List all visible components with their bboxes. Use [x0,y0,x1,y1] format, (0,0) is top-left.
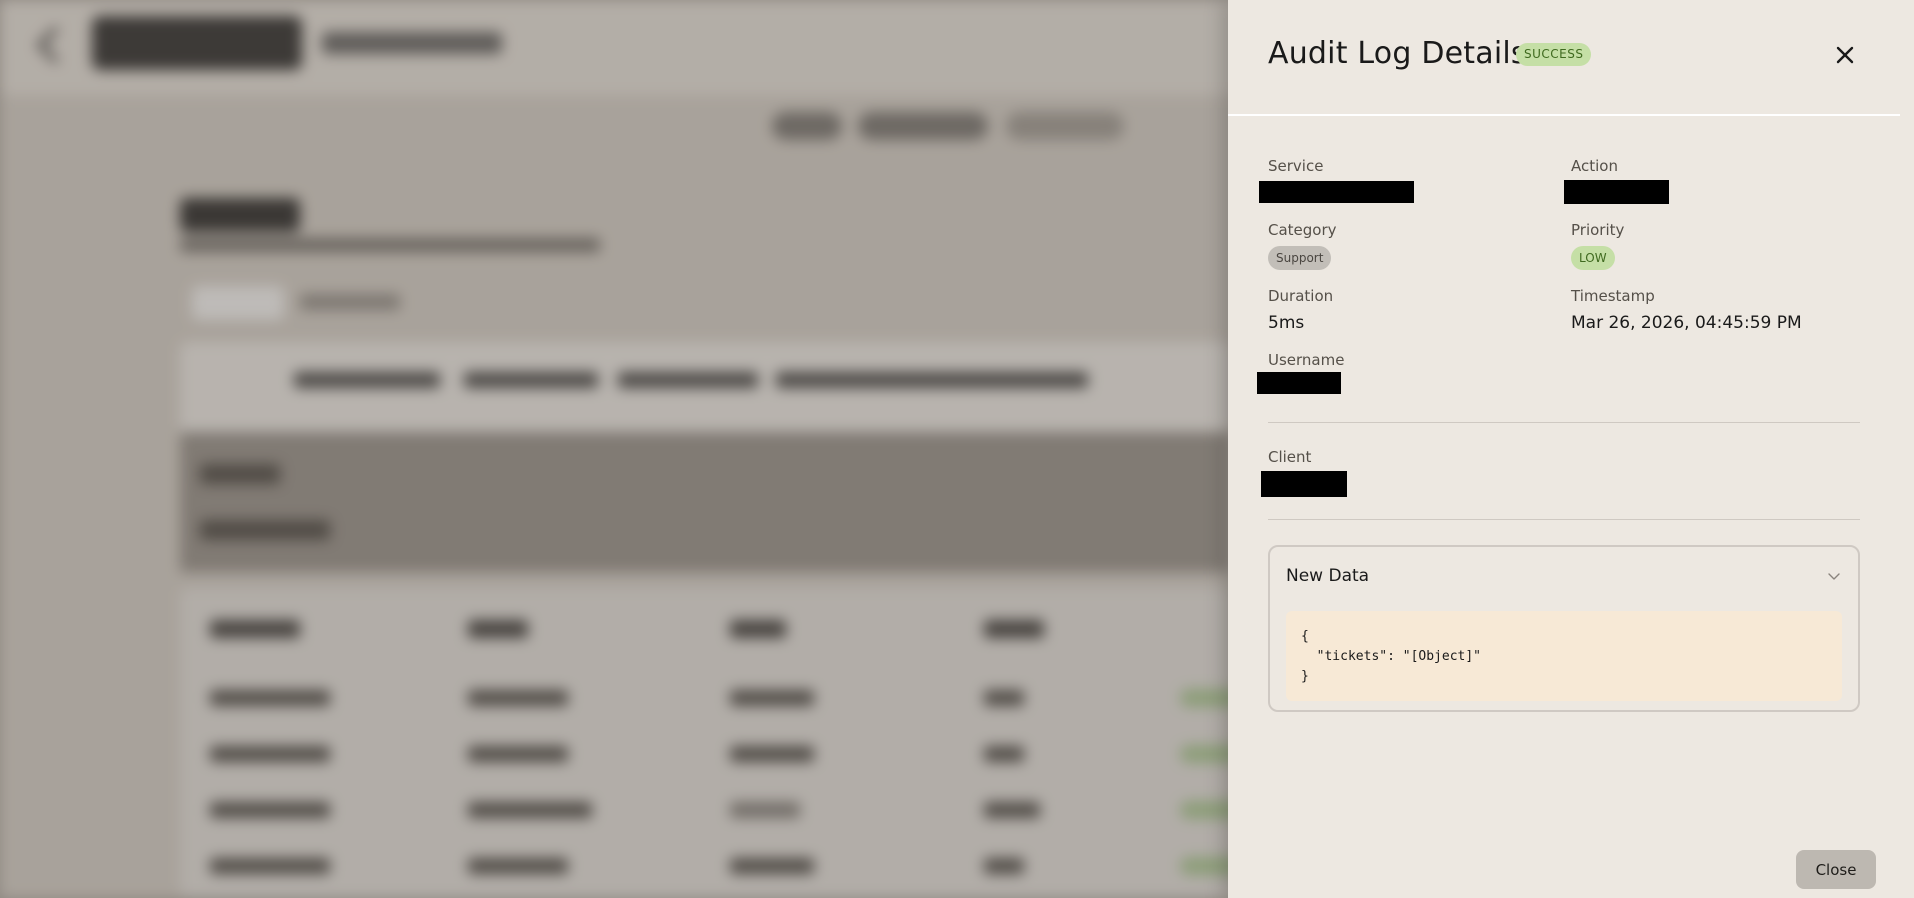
client-label: Client [1268,448,1312,466]
service-label: Service [1268,157,1324,175]
drawer-title: Audit Log Details [1268,36,1527,71]
drawer-header: Audit Log Details SUCCESS [1228,0,1900,116]
category-chip: Support [1268,246,1332,270]
audit-log-details-drawer: Audit Log Details SUCCESS Service Action… [1228,0,1914,898]
divider [1268,422,1860,423]
new-data-accordion-title[interactable]: New Data [1286,566,1369,586]
timestamp-label: Timestamp [1571,287,1655,305]
username-value-redacted [1257,372,1341,394]
close-button[interactable]: Close [1796,850,1876,889]
close-icon-glyph [1836,46,1854,64]
action-label: Action [1571,157,1618,175]
chevron-down-icon-glyph [1828,573,1840,580]
close-icon[interactable] [1828,38,1862,72]
client-value-redacted [1261,471,1347,497]
timestamp-value: Mar 26, 2026, 04:45:59 PM [1571,313,1802,333]
priority-chip: LOW [1571,246,1615,270]
chevron-down-icon[interactable] [1826,569,1842,585]
status-badge: SUCCESS [1516,43,1592,66]
category-label: Category [1268,221,1337,239]
new-data-accordion: New Data { "tickets": "[Object]" } [1268,545,1860,712]
duration-value: 5ms [1268,313,1305,333]
new-data-code-block: { "tickets": "[Object]" } [1286,611,1842,701]
divider [1268,519,1860,520]
username-label: Username [1268,351,1345,369]
priority-label: Priority [1571,221,1625,239]
duration-label: Duration [1268,287,1334,305]
service-value-redacted [1259,181,1414,203]
action-value-redacted [1564,180,1669,204]
